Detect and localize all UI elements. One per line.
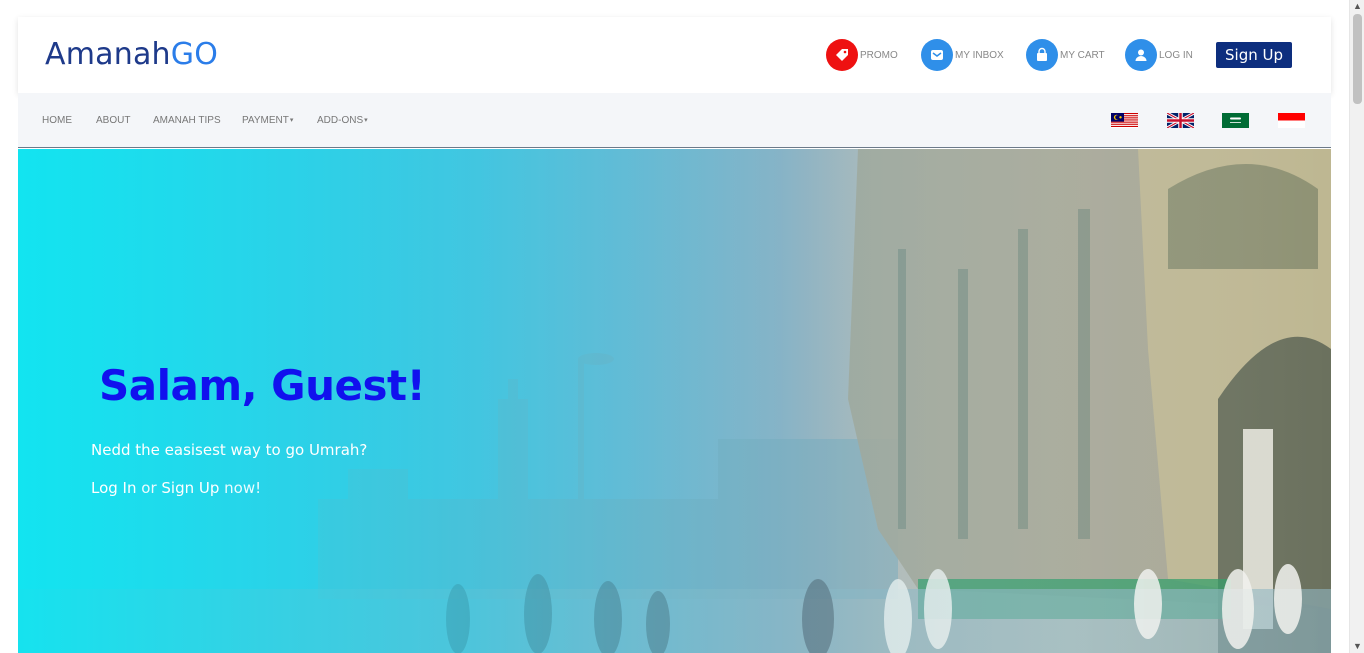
nav-amanah-tips[interactable]: AMANAH TIPS [153, 115, 221, 126]
hero-banner: Salam, Guest! Nedd the easisest way to g… [18, 149, 1331, 653]
cart-link[interactable]: MY CART [1026, 39, 1105, 71]
nav-about[interactable]: ABOUT [96, 115, 130, 126]
scroll-up-arrow-icon[interactable]: ▲ [1353, 2, 1362, 11]
hero-or-text: or [136, 479, 162, 497]
promo-link[interactable]: PROMO [826, 39, 898, 71]
malaysia-flag-icon[interactable] [1111, 113, 1138, 128]
hero-signup-link[interactable]: Sign Up [161, 479, 219, 497]
nav-addons-dropdown[interactable]: ADD-ONS▾ [317, 115, 368, 126]
scroll-thumb[interactable] [1353, 14, 1362, 104]
login-label: LOG IN [1159, 49, 1193, 61]
nav-home[interactable]: HOME [42, 115, 72, 126]
envelope-icon [921, 39, 953, 71]
logo-accent: GO [170, 37, 219, 72]
scroll-down-arrow-icon[interactable]: ▼ [1353, 642, 1362, 651]
page-scrollbar[interactable]: ▲ ▼ [1349, 0, 1364, 653]
amanahgo-logo[interactable]: AmanahGO [45, 37, 218, 72]
page: AmanahGO PROMO MY INBOX MY CART LOG IN S… [0, 0, 1364, 653]
hero-title: Salam, Guest! [99, 361, 426, 410]
promo-label: PROMO [860, 49, 898, 61]
nav-payment-dropdown[interactable]: PAYMENT▾ [242, 115, 293, 126]
saudi-flag-icon[interactable] [1222, 113, 1249, 128]
cart-label: MY CART [1060, 49, 1105, 61]
inbox-label: MY INBOX [955, 49, 1004, 61]
nav-addons-label: ADD-ONS [317, 115, 364, 126]
site-header: AmanahGO PROMO MY INBOX MY CART LOG IN S… [18, 17, 1331, 93]
tag-icon [826, 39, 858, 71]
hero-login-link[interactable]: Log In [91, 479, 137, 497]
hero-cta: Log In or Sign Up now! [91, 479, 261, 497]
inbox-link[interactable]: MY INBOX [921, 39, 1004, 71]
signup-button[interactable]: Sign Up [1216, 42, 1292, 68]
user-icon [1125, 39, 1157, 71]
nav-payment-label: PAYMENT [242, 115, 289, 126]
shopping-bag-icon [1026, 39, 1058, 71]
hero-now-text: now! [219, 479, 262, 497]
hero-subtitle: Nedd the easisest way to go Umrah? [91, 441, 368, 459]
caret-down-icon: ▾ [364, 117, 368, 124]
login-link[interactable]: LOG IN [1125, 39, 1193, 71]
uk-flag-icon[interactable] [1167, 113, 1194, 128]
indonesia-flag-icon[interactable] [1278, 113, 1305, 128]
caret-down-icon: ▾ [289, 117, 294, 124]
main-nav: HOME ABOUT AMANAH TIPS PAYMENT▾ ADD-ONS▾ [18, 93, 1331, 148]
logo-text: Amanah [45, 37, 171, 72]
